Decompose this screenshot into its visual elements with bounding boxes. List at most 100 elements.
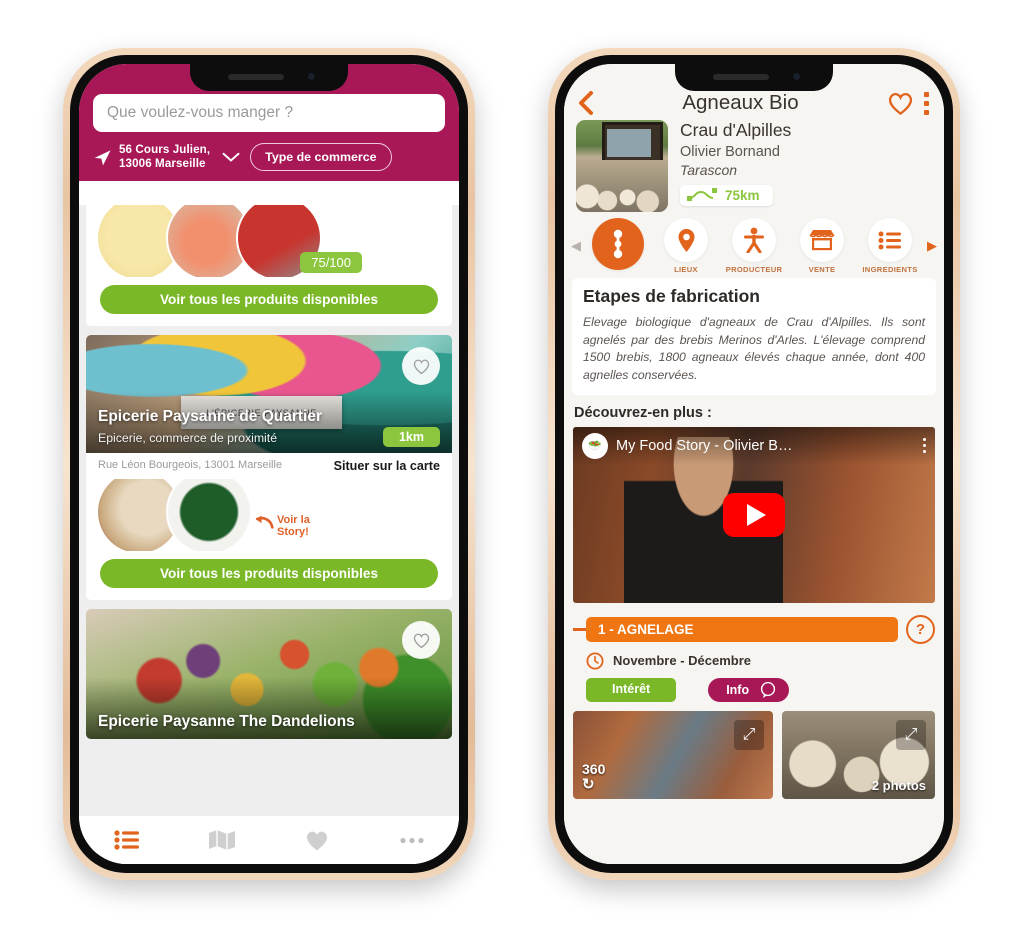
search-input[interactable]: Que voulez-vous manger ? xyxy=(93,94,445,132)
expand-icon[interactable]: ⤢ xyxy=(734,719,764,750)
tab-label: PRODUCTEUR xyxy=(725,265,783,274)
front-camera xyxy=(307,72,316,81)
voir-la-story-link[interactable]: Voir la Story! xyxy=(254,514,310,539)
list-icon xyxy=(113,830,139,850)
etapes-section: Etapes de fabrication Elevage biologique… xyxy=(572,278,936,395)
chevron-down-icon[interactable] xyxy=(222,152,240,163)
nav-item-favorites[interactable] xyxy=(269,829,364,852)
curved-arrow-icon xyxy=(255,515,274,529)
interet-chip[interactable]: Intérêt xyxy=(586,677,677,702)
shop-card[interactable]: Epicerie Paysanne The Dandelions xyxy=(86,609,452,739)
right-phone-screen: Agneaux Bio Crau d'Alpilles Olivier Born… xyxy=(564,64,944,864)
page-title: Agneaux Bio xyxy=(682,91,799,114)
tab-label: INGREDIENTS xyxy=(862,265,918,274)
shop-address: Rue Léon Bourgeois, 13001 Marseille xyxy=(98,459,283,471)
rotate-icon: ↻ xyxy=(582,775,595,793)
results-list[interactable]: 75/100 Voir tous les produits disponible… xyxy=(79,205,459,816)
distance-badge: 75km xyxy=(680,184,773,206)
expand-icon[interactable]: ⤢ xyxy=(896,719,926,750)
location-row[interactable]: 56 Cours Julien, 13006 Marseille Type de… xyxy=(93,143,445,172)
step-title[interactable]: 1 - AGNELAGE xyxy=(586,616,898,642)
category-tabs[interactable]: ◀ LIEUX PRODUCTEUR VENTE INGREDIENTS ▶ xyxy=(564,212,944,274)
shop-hero-image[interactable]: Epicerie Paysanne The Dandelions xyxy=(86,609,452,739)
step-photos[interactable]: ⤢ 360 ↻ ⤢ 2 photos xyxy=(573,710,935,799)
farm-thumbnail[interactable] xyxy=(576,120,668,212)
shop-hero-image[interactable]: L'ÉPICERIE PAYSANNE Epicerie Paysanne de… xyxy=(86,335,452,453)
tab-etapes[interactable] xyxy=(584,218,652,273)
photo-gallery[interactable]: ⤢ 2 photos xyxy=(782,710,935,799)
photo-360-badge: 360 ↻ xyxy=(582,760,606,793)
tabs-prev-arrow[interactable]: ◀ xyxy=(568,218,584,254)
heart-icon xyxy=(413,633,429,648)
right-phone-frame: Agneaux Bio Crau d'Alpilles Olivier Born… xyxy=(548,48,960,880)
speech-bubble-icon xyxy=(761,681,776,698)
shop-subtitle: Epicerie, commerce de proximité xyxy=(98,431,278,445)
right-phone-bezel: Agneaux Bio Crau d'Alpilles Olivier Born… xyxy=(555,55,953,873)
kebab-menu-icon[interactable] xyxy=(924,91,929,115)
product-detail-page: Agneaux Bio Crau d'Alpilles Olivier Born… xyxy=(564,64,944,864)
kebab-menu-icon[interactable] xyxy=(923,438,926,454)
tab-lieux[interactable]: LIEUX xyxy=(652,218,720,274)
earpiece-speaker xyxy=(228,74,284,80)
product-thumbnail[interactable] xyxy=(166,479,252,551)
map-icon xyxy=(208,830,235,850)
tab-ingredients[interactable]: INGREDIENTS xyxy=(856,218,924,274)
heart-icon xyxy=(306,831,327,850)
earpiece-speaker xyxy=(713,74,769,80)
tab-icon-wrap xyxy=(592,218,644,270)
nav-item-more[interactable] xyxy=(364,837,459,844)
distance-badge: 1km xyxy=(382,427,440,447)
step-period: Novembre - Décembre xyxy=(613,653,751,669)
shop-card[interactable]: L'ÉPICERIE PAYSANNE Epicerie Paysanne de… xyxy=(86,335,452,600)
step-period-row: Novembre - Décembre xyxy=(586,652,944,670)
step-header[interactable]: 1 - AGNELAGE ? xyxy=(573,614,935,644)
situer-sur-la-carte-link[interactable]: Situer sur la carte xyxy=(334,459,440,473)
tab-icon-wrap xyxy=(732,218,776,262)
product-thumbnail-row[interactable]: 75/100 xyxy=(86,205,452,277)
tab-producteur[interactable]: PRODUCTEUR xyxy=(720,218,788,274)
sheep-flock xyxy=(576,160,668,212)
heart-icon[interactable] xyxy=(887,91,914,116)
type-de-commerce-button[interactable]: Type de commerce xyxy=(250,143,392,172)
shop-icon xyxy=(809,230,835,251)
play-button[interactable] xyxy=(723,492,785,537)
left-phone-frame: Que voulez-vous manger ? 56 Cours Julien… xyxy=(63,48,475,880)
barn-window xyxy=(607,129,652,157)
see-all-products-button[interactable]: Voir tous les produits disponibles xyxy=(100,559,438,588)
section-description: Elevage biologique d'agneaux de Crau d'A… xyxy=(583,315,925,383)
help-icon[interactable]: ? xyxy=(906,614,935,644)
video-top-bar: 🥗 My Food Story - Olivier B… xyxy=(573,426,935,465)
score-badge: 75/100 xyxy=(300,252,362,273)
tab-vente[interactable]: VENTE xyxy=(788,218,856,274)
route-icon xyxy=(687,188,717,202)
info-chip[interactable]: Info xyxy=(708,677,790,702)
channel-avatar-icon: 🥗 xyxy=(582,432,608,459)
farm-name: Crau d'Alpilles xyxy=(680,120,792,140)
favorite-button[interactable] xyxy=(402,347,440,385)
photo-360[interactable]: ⤢ 360 ↻ xyxy=(573,710,773,799)
front-camera xyxy=(792,72,801,81)
favorite-button[interactable] xyxy=(402,621,440,659)
see-all-products-button[interactable]: Voir tous les produits disponibles xyxy=(100,285,438,314)
story-label: Voir la Story! xyxy=(277,514,310,539)
steps-icon xyxy=(613,229,623,259)
shop-title: Epicerie Paysanne The Dandelions xyxy=(98,713,355,730)
person-icon xyxy=(744,227,764,253)
video-player[interactable]: 🥗 My Food Story - Olivier B… xyxy=(573,426,935,603)
video-title: My Food Story - Olivier B… xyxy=(616,437,793,454)
location-text: 56 Cours Julien, 13006 Marseille xyxy=(119,143,211,171)
info-chip-label: Info xyxy=(726,682,750,697)
shop-card[interactable]: 75/100 Voir tous les produits disponible… xyxy=(86,205,452,326)
notch xyxy=(675,64,833,91)
tabs-next-arrow[interactable]: ▶ xyxy=(924,218,940,254)
step-chips[interactable]: Intérêt Info xyxy=(586,677,944,702)
nav-item-list[interactable] xyxy=(79,830,174,850)
nav-item-map[interactable] xyxy=(174,829,269,851)
back-icon[interactable] xyxy=(576,90,594,116)
city-name: Tarascon xyxy=(680,161,738,178)
producer-name: Olivier Bornand xyxy=(680,143,780,160)
step-connector xyxy=(573,627,586,631)
photo-count-badge: 2 photos xyxy=(871,777,926,793)
heart-icon xyxy=(413,359,429,374)
bottom-navigation[interactable] xyxy=(79,815,459,864)
